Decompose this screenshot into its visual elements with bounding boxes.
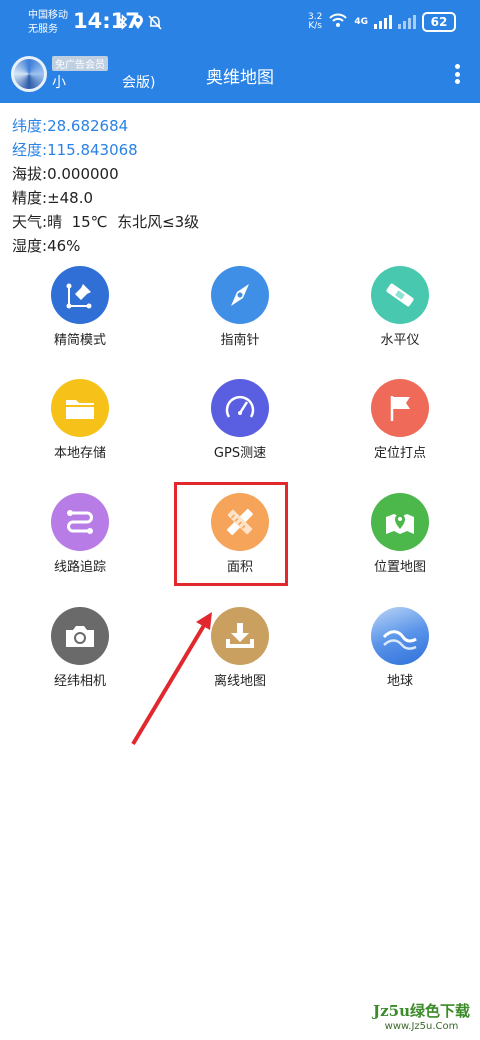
longitude-row: 经度:115.843068 bbox=[12, 138, 199, 162]
weather-value: 晴 15℃ 东北风≤3级 bbox=[47, 213, 200, 231]
earth-wave-icon bbox=[383, 630, 417, 650]
watermark-title: Jz5u绿色下载 bbox=[373, 1002, 470, 1020]
tool-label: 离线地图 bbox=[213, 674, 266, 689]
tool-local-storage-circle bbox=[51, 379, 109, 437]
more-menu-icon[interactable] bbox=[454, 64, 460, 84]
wifi-icon bbox=[328, 12, 348, 32]
latitude-label: 纬度: bbox=[12, 117, 48, 135]
tool-coordinate-camera[interactable]: 经纬相机 bbox=[20, 607, 140, 689]
flag-icon bbox=[390, 396, 410, 421]
tool-label: 经纬相机 bbox=[53, 674, 106, 689]
tool-label: 精简模式 bbox=[53, 333, 106, 348]
latitude-value: 28.682684 bbox=[47, 117, 129, 135]
humidity-value: 46% bbox=[47, 237, 81, 255]
map-pin-icon bbox=[66, 283, 92, 309]
speed-unit: K/s bbox=[308, 21, 322, 31]
tool-coordinate-camera-circle bbox=[51, 607, 109, 665]
altitude-value: 0.000000 bbox=[47, 165, 119, 183]
tool-label: GPS测速 bbox=[213, 446, 267, 461]
tool-level-circle bbox=[371, 266, 429, 324]
tool-simple-mode[interactable]: 精简模式 bbox=[20, 266, 140, 348]
tool-route-tracking[interactable]: 线路追踪 bbox=[20, 493, 140, 575]
app-title: 奥维地图 bbox=[206, 68, 274, 88]
tool-offline-map[interactable]: 离线地图 bbox=[180, 607, 300, 689]
tool-compass-circle bbox=[211, 266, 269, 324]
humidity-label: 湿度: bbox=[12, 237, 48, 255]
accuracy-row: 精度:±48.0 bbox=[12, 186, 199, 210]
tool-label: 本地存储 bbox=[53, 446, 106, 461]
latitude-row: 纬度:28.682684 bbox=[12, 114, 199, 138]
tool-local-storage[interactable]: 本地存储 bbox=[20, 379, 140, 461]
tool-label: 地球 bbox=[386, 674, 413, 689]
tool-location-map-circle bbox=[371, 493, 429, 551]
altitude-row: 海拔:0.000000 bbox=[12, 162, 199, 186]
tool-earth[interactable]: 地球 bbox=[340, 607, 460, 689]
altitude-label: 海拔: bbox=[12, 165, 48, 183]
accuracy-label: 精度: bbox=[12, 189, 48, 207]
carrier-info: 中国移动 无服务 bbox=[28, 9, 68, 37]
watermark: Jz5u绿色下载 www.Jz5u.Com bbox=[373, 1000, 470, 1032]
tool-location-marker-circle bbox=[371, 379, 429, 437]
network-type: 4G bbox=[354, 17, 368, 27]
tool-compass[interactable]: 指南针 bbox=[180, 266, 300, 348]
tool-label: 定位打点 bbox=[373, 446, 426, 461]
longitude-value: 115.843068 bbox=[47, 141, 138, 159]
bluetooth-icon bbox=[118, 14, 128, 34]
camera-icon bbox=[66, 626, 94, 647]
battery-icon: 62 bbox=[422, 12, 456, 32]
route-icon bbox=[67, 510, 93, 534]
status-right: 3.2 K/s 4G 62 bbox=[308, 12, 456, 32]
tool-level[interactable]: 水平仪 bbox=[340, 266, 460, 348]
carrier-name: 中国移动 bbox=[28, 10, 68, 21]
download-icon bbox=[226, 623, 254, 648]
highlight-box bbox=[174, 482, 288, 586]
tool-location-marker[interactable]: 定位打点 bbox=[340, 379, 460, 461]
app-bar: 免广告会员 小 会版) 奥维地图 bbox=[0, 48, 480, 100]
network-speed: 3.2 K/s bbox=[308, 13, 322, 31]
status-icons bbox=[118, 14, 162, 34]
tool-gps-speed-circle bbox=[211, 379, 269, 437]
tool-label: 指南针 bbox=[220, 333, 260, 348]
tool-label: 线路追踪 bbox=[53, 560, 106, 575]
signal-no-service-icon bbox=[398, 15, 416, 29]
mute-bell-icon bbox=[148, 14, 162, 34]
tool-route-tracking-circle bbox=[51, 493, 109, 551]
tool-offline-map-circle bbox=[211, 607, 269, 665]
tool-simple-mode-circle bbox=[51, 266, 109, 324]
tool-location-map[interactable]: 位置地图 bbox=[340, 493, 460, 575]
speedometer-icon bbox=[225, 395, 255, 418]
tool-label: 水平仪 bbox=[380, 333, 420, 348]
location-info-panel: 纬度:28.682684 经度:115.843068 海拔:0.000000 精… bbox=[12, 114, 199, 258]
top-bar: 中国移动 无服务 14:17 3.2 K/s 4G 62 免广告会员 小 会版)… bbox=[0, 0, 480, 103]
compass-icon bbox=[231, 284, 249, 306]
signal-bars-icon bbox=[374, 15, 392, 29]
tool-gps-speed[interactable]: GPS测速 bbox=[180, 379, 300, 461]
weather-row: 天气:晴 15℃ 东北风≤3级 bbox=[12, 210, 199, 234]
humidity-row: 湿度:46% bbox=[12, 234, 199, 258]
accuracy-value: ±48.0 bbox=[47, 189, 94, 207]
location-icon bbox=[132, 14, 144, 34]
folder-icon bbox=[66, 400, 94, 419]
level-icon bbox=[386, 283, 414, 307]
longitude-label: 经度: bbox=[12, 141, 48, 159]
location-map-icon bbox=[386, 514, 414, 534]
status-bar: 中国移动 无服务 14:17 3.2 K/s 4G 62 bbox=[0, 0, 480, 44]
tool-label: 位置地图 bbox=[373, 560, 426, 575]
weather-label: 天气: bbox=[12, 213, 48, 231]
tool-earth-circle bbox=[371, 607, 429, 665]
watermark-url: www.Jz5u.Com bbox=[384, 1021, 459, 1032]
service-status: 无服务 bbox=[28, 24, 58, 35]
